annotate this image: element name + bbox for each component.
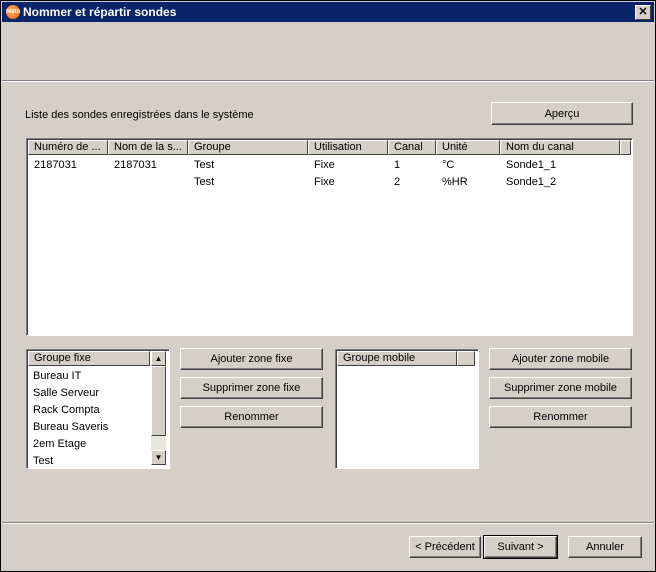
dialog-window: testo Nommer et répartir sondes ✕ Liste … xyxy=(0,0,656,572)
header-separator xyxy=(2,80,654,82)
column-header[interactable]: Utilisation xyxy=(308,140,388,155)
remove-fixed-zone-button[interactable]: Supprimer zone fixe xyxy=(180,377,323,399)
list-item[interactable]: Salle Serveur xyxy=(33,387,99,399)
add-fixed-zone-button[interactable]: Ajouter zone fixe xyxy=(180,348,323,370)
table-cell: Test xyxy=(194,176,215,188)
table-cell: °C xyxy=(442,159,455,171)
table-cell: 2187031 xyxy=(34,159,77,171)
table-cell: 2 xyxy=(394,176,401,188)
fixed-group-header[interactable]: Groupe fixe xyxy=(28,351,150,366)
column-header[interactable]: Unité xyxy=(436,140,500,155)
column-header[interactable]: Numéro de ... xyxy=(28,140,108,155)
remove-mobile-zone-button[interactable]: Supprimer zone mobile xyxy=(489,377,632,399)
table-cell: Sonde1_2 xyxy=(506,176,557,188)
cancel-button[interactable]: Annuler xyxy=(568,536,642,558)
table-cell: Test xyxy=(194,159,215,171)
table-cell: Fixe xyxy=(314,176,335,188)
scroll-down-icon[interactable]: ▼ xyxy=(151,450,166,465)
preview-button[interactable]: Aperçu xyxy=(491,102,633,125)
testo-app-icon: testo xyxy=(6,5,20,19)
footer-separator xyxy=(2,522,654,524)
mobile-group-list[interactable]: Groupe mobile xyxy=(335,349,479,469)
scroll-thumb[interactable] xyxy=(151,366,166,436)
mobile-group-header[interactable]: Groupe mobile xyxy=(337,351,457,366)
add-mobile-zone-button[interactable]: Ajouter zone mobile xyxy=(489,348,632,370)
table-cell: 2187031 xyxy=(114,159,157,171)
column-header-filler xyxy=(620,140,631,155)
probe-list-view[interactable]: Numéro de ... Nom de la s... Groupe Utilisa… xyxy=(26,138,633,336)
column-header[interactable]: Nom de la s... xyxy=(108,140,188,155)
list-item[interactable]: Rack Compta xyxy=(33,404,100,416)
next-button[interactable]: Suivant > xyxy=(483,535,558,559)
table-cell: %HR xyxy=(442,176,468,188)
list-item[interactable]: Bureau Saveris xyxy=(33,421,108,433)
probe-list-label: Liste des sondes enregistrées dans le sy… xyxy=(25,109,254,121)
window-title: Nommer et répartir sondes xyxy=(23,5,177,19)
table-cell: Fixe xyxy=(314,159,335,171)
rename-fixed-zone-button[interactable]: Renommer xyxy=(180,406,323,428)
column-header[interactable]: Canal xyxy=(388,140,436,155)
list-item[interactable]: Test xyxy=(33,455,53,467)
mobile-group-header-extra xyxy=(457,351,475,366)
back-button[interactable]: < Précédent xyxy=(409,536,481,558)
table-cell: Sonde1_1 xyxy=(506,159,557,171)
column-header[interactable]: Groupe xyxy=(188,140,308,155)
fixed-group-scrollbar[interactable]: ▲ ▼ xyxy=(151,351,166,465)
list-item[interactable]: Bureau IT xyxy=(33,370,81,382)
title-bar: testo Nommer et répartir sondes ✕ xyxy=(2,2,654,22)
scroll-up-icon[interactable]: ▲ xyxy=(151,351,166,366)
close-button[interactable]: ✕ xyxy=(635,5,651,20)
list-item[interactable]: 2em Etage xyxy=(33,438,86,450)
column-header[interactable]: Nom du canal xyxy=(500,140,620,155)
fixed-group-list[interactable]: Groupe fixe Bureau IT Salle Serveur Rack C… xyxy=(26,349,170,469)
rename-mobile-zone-button[interactable]: Renommer xyxy=(489,406,632,428)
table-cell: 1 xyxy=(394,159,401,171)
